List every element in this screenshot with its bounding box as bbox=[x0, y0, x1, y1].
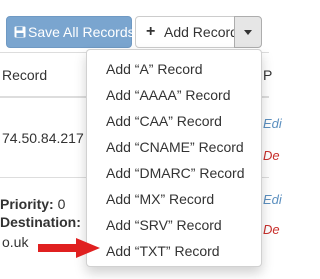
add-record-dropdown-toggle[interactable] bbox=[234, 16, 262, 48]
priority-value: 0 bbox=[57, 196, 66, 212]
caret-down-icon bbox=[244, 30, 252, 35]
destination-value: o.uk bbox=[2, 234, 29, 250]
destination-label: Destination: bbox=[0, 214, 81, 230]
add-record-button[interactable]: + Add Record bbox=[135, 16, 238, 48]
edit-link[interactable]: Edi bbox=[263, 192, 282, 207]
save-all-records-button[interactable]: Save All Records bbox=[6, 16, 135, 48]
menu-item-add-srv-record[interactable]: Add “SRV” Record bbox=[87, 212, 261, 238]
menu-item-add-caa-record[interactable]: Add “CAA” Record bbox=[87, 108, 261, 134]
record-value-ip: 74.50.84.217 bbox=[2, 130, 84, 146]
toolbar: Save All Records + Add Record bbox=[0, 0, 269, 52]
menu-item-add-aaaa-record[interactable]: Add “AAAA” Record bbox=[87, 82, 261, 108]
save-all-records-label: Save All Records bbox=[28, 24, 135, 40]
menu-item-add-cname-record[interactable]: Add “CNAME” Record bbox=[87, 134, 261, 160]
priority-line: Priority: 0 bbox=[0, 196, 65, 212]
menu-item-add-mx-record[interactable]: Add “MX” Record bbox=[87, 186, 261, 212]
red-arrow-icon bbox=[38, 238, 100, 258]
delete-link[interactable]: De bbox=[263, 222, 280, 237]
priority-label: Priority: bbox=[0, 196, 54, 212]
menu-item-add-dmarc-record[interactable]: Add “DMARC” Record bbox=[87, 160, 261, 186]
column-header-record: Record bbox=[2, 67, 48, 83]
destination-line: Destination: bbox=[0, 214, 81, 230]
edit-link[interactable]: Edi bbox=[263, 116, 282, 131]
column-header-partial: P bbox=[263, 67, 273, 83]
delete-link[interactable]: De bbox=[263, 148, 280, 163]
floppy-disk-icon bbox=[14, 26, 26, 38]
menu-item-add-a-record[interactable]: Add “A” Record bbox=[87, 56, 261, 82]
add-record-label: Add Record bbox=[164, 24, 238, 40]
add-record-dropdown-menu: Add “A” Record Add “AAAA” Record Add “CA… bbox=[86, 49, 262, 267]
plus-icon: + bbox=[146, 23, 156, 40]
menu-item-add-txt-record[interactable]: Add “TXT” Record bbox=[87, 238, 261, 264]
